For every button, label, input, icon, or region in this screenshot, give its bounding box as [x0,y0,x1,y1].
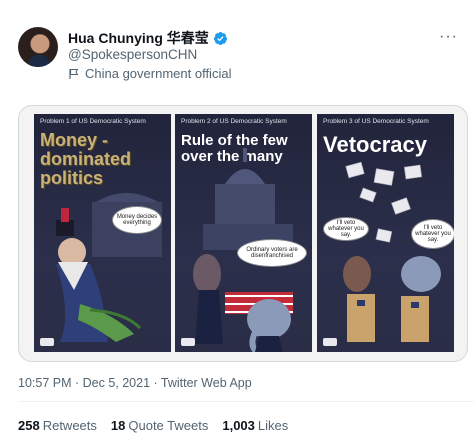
likes-label: Likes [257,418,289,433]
speech-bubble-left: I'll veto whatever you say. [323,217,369,241]
news-logo [40,338,54,346]
author-handle[interactable]: @SpokespersonCHN [68,47,197,62]
speech-bubble: Ordinary voters are disenfranchised [237,239,307,267]
news-logo [181,338,195,346]
author-name[interactable]: Hua Chunying 华春莹 [68,28,209,48]
speech-bubble-right: I'll veto whatever you say. [411,219,454,249]
engagement-stats: 258 Retweets 18 Quote Tweets 1,003 Likes [18,418,288,433]
retweets-label: Retweets [42,418,97,433]
quote-tweets-stat[interactable]: 18 Quote Tweets [111,418,208,433]
account-label-text: China government official [85,66,232,81]
media-image-1[interactable]: Problem 1 of US Democratic System Money … [34,114,171,352]
quote-tweets-label: Quote Tweets [128,418,209,433]
likes-stat[interactable]: 1,003 Likes [222,418,288,433]
veto-text: I'll veto whatever you say. [328,220,364,238]
account-label: China government official [68,66,231,81]
retweets-stat[interactable]: 258 Retweets [18,418,97,433]
media-image-2[interactable]: Problem 2 of US Democratic System Rule o… [175,114,312,352]
tweet-timestamp[interactable]: 10:57 PM · Dec 5, 2021 · Twitter Web App [18,376,252,390]
verified-badge-icon [213,31,227,45]
more-icon[interactable]: ··· [439,28,458,46]
author-name-row[interactable]: Hua Chunying 华春莹 [68,28,228,48]
media-image-3[interactable]: Problem 3 of US Democratic System Vetocr… [317,114,454,352]
likes-count: 1,003 [222,418,255,433]
news-logo [323,338,337,346]
speech-bubble: Money decides everything [112,206,162,234]
veto-text: I'll veto whatever you say. [415,225,451,243]
retweets-count: 258 [18,418,40,433]
divider [18,401,474,402]
avatar[interactable] [18,27,58,67]
tweet: Hua Chunying 华春莹 @SpokespersonCHN China … [0,0,474,439]
quote-tweets-count: 18 [110,418,126,433]
tweet-media[interactable]: Problem 1 of US Democratic System Money … [18,105,468,362]
flag-icon [69,68,79,79]
